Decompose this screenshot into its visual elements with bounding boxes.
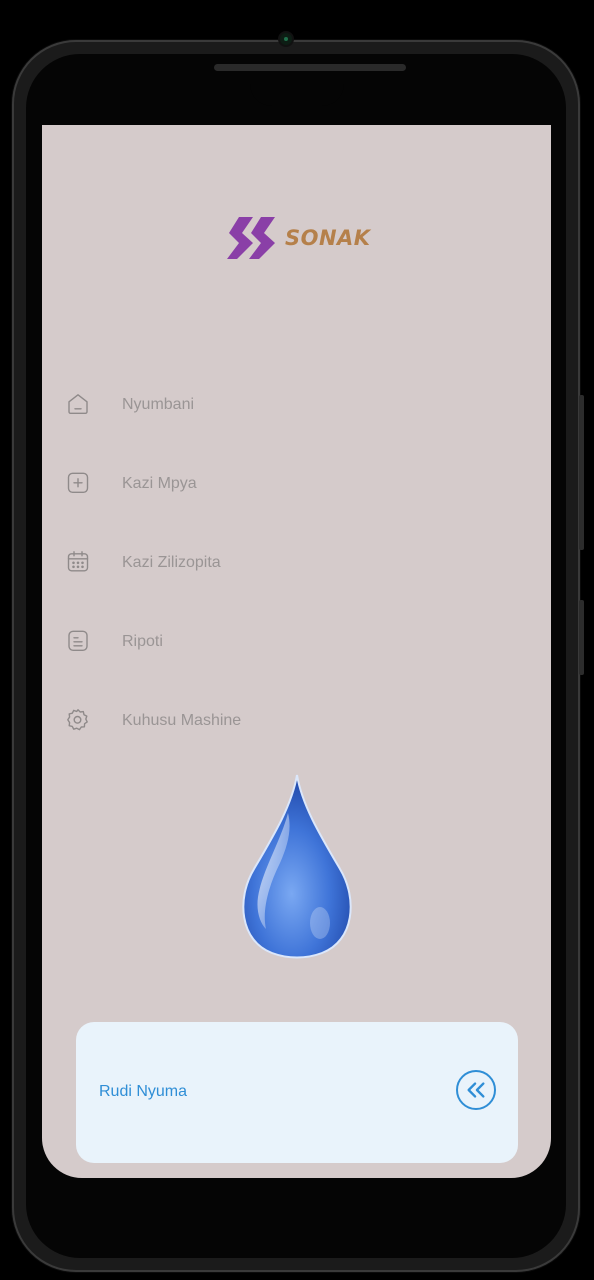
back-label: Rudi Nyuma <box>99 1083 188 1100</box>
menu-label-nyumbani: Nyumbani <box>122 395 195 413</box>
home-icon <box>68 393 88 414</box>
menu-label-kazi-zilizopita: Kazi Zilizopita <box>122 553 221 571</box>
menu-label-ripoti: Ripoti <box>122 632 163 650</box>
brand-name: SONAK <box>285 226 371 250</box>
menu-item-kazi-mpya[interactable]: Kazi Mpya <box>42 444 551 523</box>
document-icon <box>68 630 88 651</box>
plus-square-icon <box>67 472 89 493</box>
display-notch <box>250 84 344 106</box>
menu-label-kazi-mpya: Kazi Mpya <box>122 474 197 492</box>
menu-item-kuhusu-mashine[interactable]: Kuhusu Mashine <box>42 681 551 760</box>
calendar-icon <box>67 550 89 571</box>
power-button <box>579 600 584 675</box>
volume-button <box>579 395 584 550</box>
side-menu: Nyumbani Kazi Mpya Kazi Zilizopita Ripot… <box>42 365 551 760</box>
menu-item-ripoti[interactable]: Ripoti <box>42 602 551 681</box>
app-screen: SONAK Nyumbani Kazi Mpya Kazi Zilizopita… <box>42 125 551 1178</box>
menu-item-kazi-zilizopita[interactable]: Kazi Zilizopita <box>42 523 551 602</box>
back-card[interactable]: Rudi Nyuma <box>76 1022 518 1163</box>
menu-item-nyumbani[interactable]: Nyumbani <box>42 365 551 444</box>
menu-label-kuhusu-mashine: Kuhusu Mashine <box>122 711 242 729</box>
front-camera <box>280 33 292 45</box>
gear-icon <box>67 708 88 730</box>
earpiece-speaker <box>214 64 406 71</box>
water-drop-illustration <box>242 774 352 959</box>
sonak-logo-icon <box>227 217 275 259</box>
chevrons-left-icon <box>467 1082 485 1098</box>
back-button[interactable] <box>456 1070 496 1110</box>
sonak-logo: SONAK <box>225 215 371 261</box>
